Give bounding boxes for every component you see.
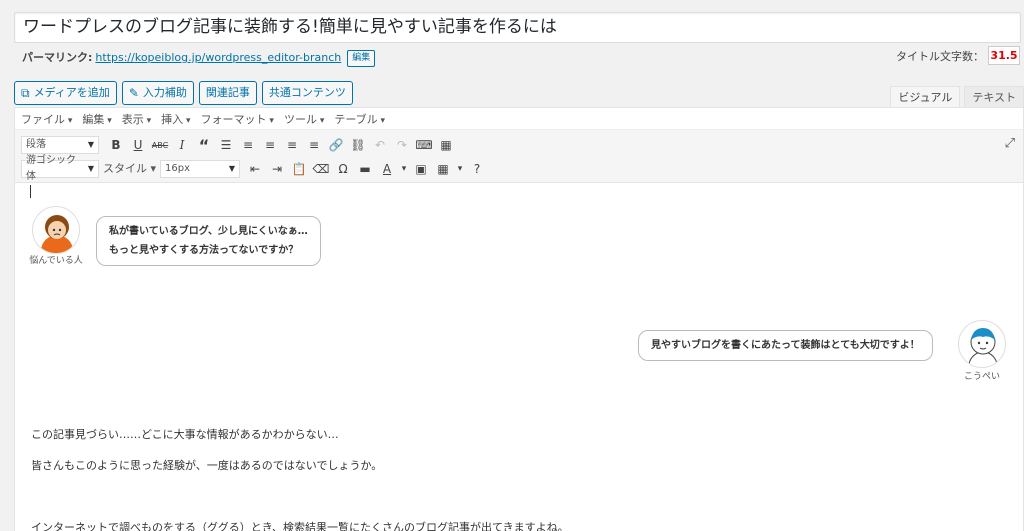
blockquote-icon[interactable]: “ — [193, 134, 215, 156]
align-center-icon[interactable]: ≡ — [281, 134, 303, 156]
kouhei-avatar — [958, 320, 1006, 368]
speaker-name-left: 悩んでいる人 — [29, 256, 83, 266]
permalink-row: パーマリンク: https://kopeiblog.jp/wordpress_e… — [22, 49, 376, 67]
visual-editor: ファイル 編集 表示 挿入 フォーマット ツール テーブル 段落 ▼ B U A… — [14, 107, 1024, 531]
fullscreen-icon[interactable]: ⤢ — [1005, 136, 1015, 151]
bold-icon[interactable]: B — [105, 134, 127, 156]
input-assist-label: 入力補助 — [142, 86, 187, 99]
horizontal-rule-icon[interactable]: ▬ — [354, 158, 376, 180]
italic-icon[interactable]: I — [171, 134, 193, 156]
menu-file[interactable]: ファイル — [21, 111, 72, 127]
worried-person-avatar — [32, 206, 80, 254]
editor-toolbars: 段落 ▼ B U ABC I “ ☰ ≡ ≡ ≡ ≡ 🔗 ⛓ ↶ ↷ ⌨ ▦ ⤢… — [15, 130, 1023, 183]
kouhei-icon — [968, 328, 998, 367]
permalink-edit-button[interactable]: 編集 — [347, 49, 376, 67]
pencil-icon: ✎ — [128, 86, 139, 100]
bullet-list-icon[interactable]: ☰ — [215, 134, 237, 156]
shared-content-button[interactable]: 共通コンテンツ — [261, 81, 353, 105]
paragraph: この記事見づらい……どこに大事な情報があるかわからない… — [31, 428, 339, 441]
special-char-icon[interactable]: Ω — [332, 158, 354, 180]
post-editor-screen: ワードプレスのブログ記事に装飾する!簡単に見やすい記事を作るには パーマリンク:… — [0, 0, 1024, 531]
table-icon[interactable]: ▦ — [432, 158, 454, 180]
indent-decrease-icon[interactable]: ⇤ — [244, 158, 266, 180]
text-cursor — [30, 185, 31, 198]
editor-menubar: ファイル 編集 表示 挿入 フォーマット ツール テーブル — [15, 108, 1023, 130]
redo-icon[interactable]: ↷ — [391, 134, 413, 156]
text-color-icon[interactable]: A — [376, 158, 398, 180]
unlink-icon[interactable]: ⛓ — [347, 134, 369, 156]
align-left-icon[interactable]: ≡ — [259, 134, 281, 156]
menu-edit[interactable]: 編集 — [82, 111, 111, 127]
style-menu[interactable]: スタイル ▾ — [99, 158, 160, 180]
paste-text-icon[interactable]: 📋 — [288, 158, 310, 180]
format-select-value: 段落 — [26, 139, 46, 150]
image-icon[interactable]: ▣ — [410, 158, 432, 180]
related-posts-button[interactable]: 関連記事 — [198, 81, 257, 105]
add-media-label: メディアを追加 — [33, 86, 110, 99]
paragraph: インターネットで調べものをする（ググる）とき、検索結果一覧にたくさんのブログ記事… — [31, 521, 569, 531]
title-count: タイトル文字数： 31.5 — [896, 46, 1020, 65]
chevron-down-icon[interactable]: ▾ — [398, 158, 410, 180]
menu-tools[interactable]: ツール — [284, 111, 324, 127]
toolbar-row-2: 游ゴシック体 ▼ スタイル ▾ 16px ▼ ⇤ ⇥ 📋 ⌫ Ω ▬ A ▾ ▣… — [21, 155, 488, 182]
underline-icon[interactable]: U — [127, 134, 149, 156]
title-count-label: タイトル文字数： — [896, 49, 984, 63]
speech-line: もっと見やすくする方法ってないですか？ — [109, 245, 299, 256]
style-label: スタイル — [103, 162, 147, 175]
chevron-down-icon: ▼ — [87, 140, 94, 149]
strikethrough-icon[interactable]: ABC — [149, 134, 171, 156]
menu-view[interactable]: 表示 — [122, 111, 151, 127]
chevron-down-icon[interactable]: ▾ — [454, 158, 466, 180]
menu-format[interactable]: フォーマット — [201, 111, 274, 127]
format-select[interactable]: 段落 ▼ — [21, 136, 99, 154]
chevron-down-icon: ▼ — [87, 164, 94, 173]
menu-table[interactable]: テーブル — [334, 111, 385, 127]
editor-content[interactable]: 悩んでいる人 私が書いているブログ、少し見にくいなぁ… もっと見やすくする方法っ… — [15, 183, 1023, 531]
editor-mode-tabs: ビジュアル テキスト — [886, 86, 1024, 107]
title-count-value: 31.5 — [988, 46, 1020, 65]
add-media-button[interactable]: ⧉ メディアを追加 — [14, 81, 117, 105]
input-assist-button[interactable]: ✎ 入力補助 — [121, 81, 194, 105]
toolbar-row-1: 段落 ▼ B U ABC I “ ☰ ≡ ≡ ≡ ≡ 🔗 ⛓ ↶ ↷ ⌨ ▦ — [21, 133, 457, 157]
speech-bubble-left: 私が書いているブログ、少し見にくいなぁ… もっと見やすくする方法ってないですか？ — [96, 216, 321, 266]
link-icon[interactable]: 🔗 — [325, 134, 347, 156]
keyboard-icon[interactable]: ⌨ — [413, 134, 435, 156]
font-select-value: 游ゴシック体 — [26, 155, 76, 182]
clear-format-icon[interactable]: ⌫ — [310, 158, 332, 180]
font-family-select[interactable]: 游ゴシック体 ▼ — [21, 155, 99, 182]
menu-insert[interactable]: 挿入 — [161, 111, 190, 127]
align-right-icon[interactable]: ≡ — [303, 134, 325, 156]
size-select-value: 16px — [165, 163, 191, 174]
worried-person-icon — [41, 215, 73, 253]
speaker-name-right: こうぺい — [963, 372, 1000, 382]
paragraph: 皆さんもこのように思った経験が、一度はあるのではないでしょうか。 — [31, 459, 383, 472]
tab-text[interactable]: テキスト — [964, 86, 1024, 107]
indent-increase-icon[interactable]: ⇥ — [266, 158, 288, 180]
help-icon[interactable]: ? — [466, 158, 488, 180]
undo-icon[interactable]: ↶ — [369, 134, 391, 156]
toolbar-toggle-icon[interactable]: ▦ — [435, 134, 457, 156]
speech-bubble-right: 見やすいブログを書くにあたって装飾はとても大切ですよ！ — [638, 330, 933, 361]
chevron-down-icon: ▼ — [228, 164, 236, 173]
permalink-label: パーマリンク: — [22, 51, 93, 64]
speech-line: 見やすいブログを書くにあたって装飾はとても大切ですよ！ — [651, 340, 920, 351]
permalink-url[interactable]: https://kopeiblog.jp/wordpress_editor-br… — [95, 49, 341, 67]
tab-visual[interactable]: ビジュアル — [890, 86, 961, 107]
post-title-input[interactable]: ワードプレスのブログ記事に装飾する!簡単に見やすい記事を作るには — [14, 12, 1021, 43]
numbered-list-icon[interactable]: ≡ — [237, 134, 259, 156]
font-size-select[interactable]: 16px ▼ — [160, 160, 241, 178]
speech-line: 私が書いているブログ、少し見にくいなぁ… — [109, 226, 308, 237]
editor-button-row: ⧉ メディアを追加 ✎ 入力補助 関連記事 共通コンテンツ — [14, 81, 353, 105]
media-icon: ⧉ — [21, 86, 30, 100]
